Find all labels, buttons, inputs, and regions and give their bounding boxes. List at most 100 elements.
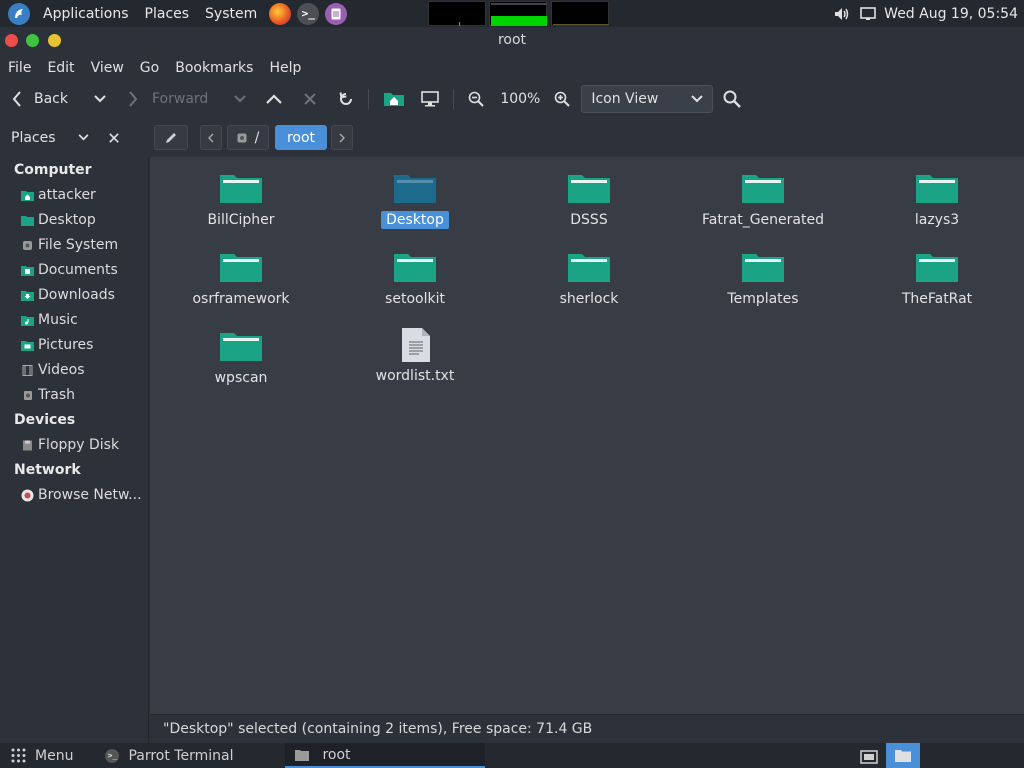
sidebar-title[interactable]: Places: [11, 130, 56, 146]
sidebar-item-videos[interactable]: Videos: [0, 357, 148, 382]
menu-label: Menu: [35, 747, 74, 764]
taskbar-item-terminal[interactable]: >_ Parrot Terminal: [95, 743, 285, 768]
file-name-label: Desktop: [381, 211, 449, 229]
forward-history-dropdown[interactable]: [234, 84, 247, 114]
terminal-launcher-icon[interactable]: >_: [297, 2, 320, 25]
close-icon: [304, 93, 317, 105]
folder-item[interactable]: DSSS: [502, 171, 676, 229]
home-folder-icon: [21, 189, 34, 201]
film-icon: [21, 364, 34, 376]
stop-button[interactable]: [304, 84, 317, 114]
folder-item[interactable]: lazys3: [850, 171, 1024, 229]
top-panel: Applications Places System >_ Wed Aug 19…: [0, 0, 1024, 27]
back-history-dropdown[interactable]: [94, 84, 106, 114]
display-icon[interactable]: [860, 6, 876, 21]
menu-go[interactable]: Go: [140, 60, 159, 76]
pathbar-scroll-left-button[interactable]: [200, 125, 222, 150]
taskbar-item-label: Parrot Terminal: [128, 747, 234, 764]
bottom-panel: Menu >_ Parrot Terminal root: [0, 743, 1024, 768]
sidebar-item-label: Music: [38, 311, 78, 328]
folder-item[interactable]: Desktop: [328, 171, 502, 229]
crumb-current[interactable]: root: [275, 125, 327, 150]
menu-button[interactable]: Menu: [0, 743, 83, 768]
taskbar-item-file-manager[interactable]: root: [285, 743, 486, 768]
zoom-in-button[interactable]: [554, 84, 571, 114]
firefox-launcher-icon[interactable]: [269, 2, 292, 25]
window-titlebar[interactable]: root: [0, 27, 1024, 55]
folder-icon: [568, 254, 610, 282]
sidebar-item-floppy-disk[interactable]: Floppy Disk: [0, 432, 148, 457]
sidebar-item-label: Videos: [38, 361, 85, 378]
system-menu[interactable]: System: [197, 0, 265, 27]
pathbar-row: Places / root: [0, 118, 1024, 157]
file-view[interactable]: BillCipher Desktop DSSS Fatrat_Generated laz…: [150, 157, 1024, 714]
toggle-location-button[interactable]: [154, 125, 188, 150]
sidebar-item-label: Trash: [38, 386, 75, 403]
reload-button[interactable]: [338, 84, 354, 114]
folder-icon: [742, 254, 784, 282]
crumb-root-filesystem[interactable]: /: [227, 125, 269, 150]
chevron-left-icon: [12, 91, 22, 107]
computer-button[interactable]: [421, 84, 440, 114]
sidebar-item-music[interactable]: Music: [0, 307, 148, 332]
sidebar-item-label: attacker: [38, 186, 96, 203]
file-name-label: sherlock: [559, 291, 619, 307]
menu-edit[interactable]: Edit: [47, 60, 74, 76]
menu-bookmarks[interactable]: Bookmarks: [175, 60, 253, 76]
trash-icon: [21, 389, 34, 400]
file-name-label: Templates: [727, 291, 799, 307]
folder-icon: [394, 254, 436, 282]
sidebar-item-documents[interactable]: Documents: [0, 257, 148, 282]
applications-menu[interactable]: Applications: [35, 0, 137, 27]
folder-item[interactable]: wpscan: [154, 329, 328, 387]
chevron-down-icon[interactable]: [78, 134, 89, 141]
sidebar-item-trash[interactable]: Trash: [0, 382, 148, 407]
sidebar-item-pictures[interactable]: Pictures: [0, 332, 148, 357]
sidebar-item-desktop[interactable]: Desktop: [0, 207, 148, 232]
file-name-label: setoolkit: [385, 291, 445, 307]
folder-item[interactable]: BillCipher: [154, 171, 328, 229]
view-mode-select[interactable]: Icon View: [581, 85, 714, 113]
clock[interactable]: Wed Aug 19, 05:54: [884, 0, 1018, 27]
view-mode-value: Icon View: [591, 91, 659, 107]
zoom-level[interactable]: 100%: [500, 84, 540, 114]
folder-item[interactable]: osrframework: [154, 250, 328, 308]
workspace-switcher-icon[interactable]: [886, 743, 920, 768]
up-button[interactable]: [266, 84, 283, 114]
folder-item[interactable]: Fatrat_Generated: [676, 171, 850, 229]
toolbar-separator: [368, 89, 370, 109]
screenshot-icon[interactable]: [852, 743, 886, 768]
folder-item[interactable]: setoolkit: [328, 250, 502, 308]
file-name-label: wordlist.txt: [375, 368, 455, 384]
folder-item[interactable]: Templates: [676, 250, 850, 308]
cpu-monitor-graph: [428, 1, 486, 26]
places-menu[interactable]: Places: [137, 0, 198, 27]
forward-label: Forward: [152, 91, 209, 107]
pathbar-scroll-right-button[interactable]: [331, 125, 353, 150]
search-button[interactable]: [723, 84, 742, 114]
sidebar-item-browse-network[interactable]: Browse Netw...: [0, 482, 148, 507]
chevron-down-icon: [234, 95, 247, 103]
volume-icon[interactable]: [834, 7, 850, 21]
home-button[interactable]: [383, 84, 405, 114]
monitor-icon: [421, 91, 440, 107]
back-button[interactable]: Back: [12, 84, 68, 114]
menu-file[interactable]: File: [8, 60, 31, 76]
sidebar-item-attacker[interactable]: attacker: [0, 182, 148, 207]
zoom-in-icon: [555, 91, 571, 107]
folder-icon: [916, 254, 958, 282]
sidebar-item-downloads[interactable]: Downloads: [0, 282, 148, 307]
text-editor-launcher-icon[interactable]: [325, 2, 348, 25]
forward-button[interactable]: Forward: [128, 84, 208, 114]
folder-item[interactable]: TheFatRat: [850, 250, 1024, 308]
parrot-logo-icon[interactable]: [8, 2, 30, 25]
folder-item[interactable]: sherlock: [502, 250, 676, 308]
chevron-right-icon: [128, 91, 138, 107]
file-item[interactable]: wordlist.txt: [328, 328, 502, 385]
close-sidebar-icon[interactable]: [108, 132, 119, 143]
search-icon: [723, 90, 742, 108]
menu-help[interactable]: Help: [269, 60, 301, 76]
menu-view[interactable]: View: [91, 60, 124, 76]
zoom-out-button[interactable]: [468, 84, 485, 114]
sidebar-item-file-system[interactable]: File System: [0, 232, 148, 257]
